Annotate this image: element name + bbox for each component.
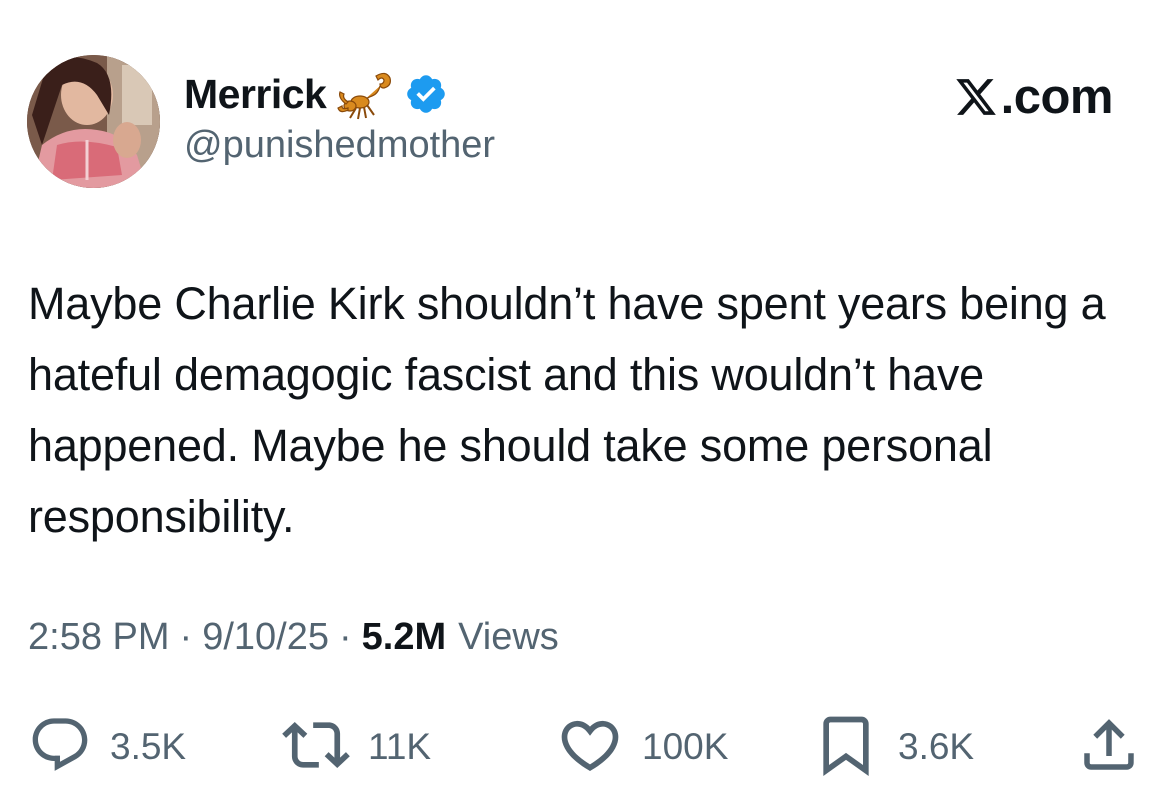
author-display-name[interactable]: Merrick	[184, 71, 327, 118]
bookmark-icon	[812, 711, 880, 784]
like-icon	[556, 711, 624, 784]
reply-count: 3.5K	[110, 726, 187, 767]
repost-button[interactable]: 11K	[282, 712, 431, 782]
tweet-time[interactable]: 2:58 PM	[28, 616, 170, 659]
tweet-date[interactable]: 9/10/25	[202, 616, 329, 659]
tweet-card: Merrick @punishedmother .com Maybe Charl…	[0, 0, 1169, 805]
like-count: 100K	[642, 726, 729, 767]
views-label[interactable]: Views	[458, 616, 559, 659]
views-count[interactable]: 5.2M	[362, 616, 446, 659]
share-icon	[1076, 712, 1142, 783]
x-logo-icon	[953, 75, 999, 119]
like-button[interactable]: 100K	[556, 712, 728, 782]
bookmark-count: 3.6K	[898, 726, 975, 767]
brand-text: .com	[1000, 70, 1114, 124]
verified-badge-icon	[404, 72, 448, 116]
repost-count: 11K	[368, 726, 432, 767]
scorpion-icon	[336, 68, 394, 120]
author-name-row[interactable]: Merrick	[184, 66, 448, 122]
author-handle[interactable]: @punishedmother	[184, 124, 495, 167]
avatar[interactable]	[27, 55, 160, 188]
reply-button[interactable]: 3.5K	[28, 712, 186, 782]
tweet-text: Maybe Charlie Kirk shouldn’t have spent …	[28, 278, 1106, 542]
repost-icon	[282, 711, 350, 784]
meta-separator: ·	[338, 616, 352, 658]
bookmark-button[interactable]: 3.6K	[812, 712, 974, 782]
action-bar: 3.5K 11K 100K 3.6K	[0, 712, 1169, 782]
reply-icon	[28, 713, 92, 782]
brand-watermark: .com	[953, 66, 1114, 128]
tweet-meta: 2:58 PM · 9/10/25 · 5.2M Views	[28, 616, 559, 659]
share-button[interactable]	[1076, 712, 1142, 782]
meta-separator: ·	[179, 616, 193, 658]
